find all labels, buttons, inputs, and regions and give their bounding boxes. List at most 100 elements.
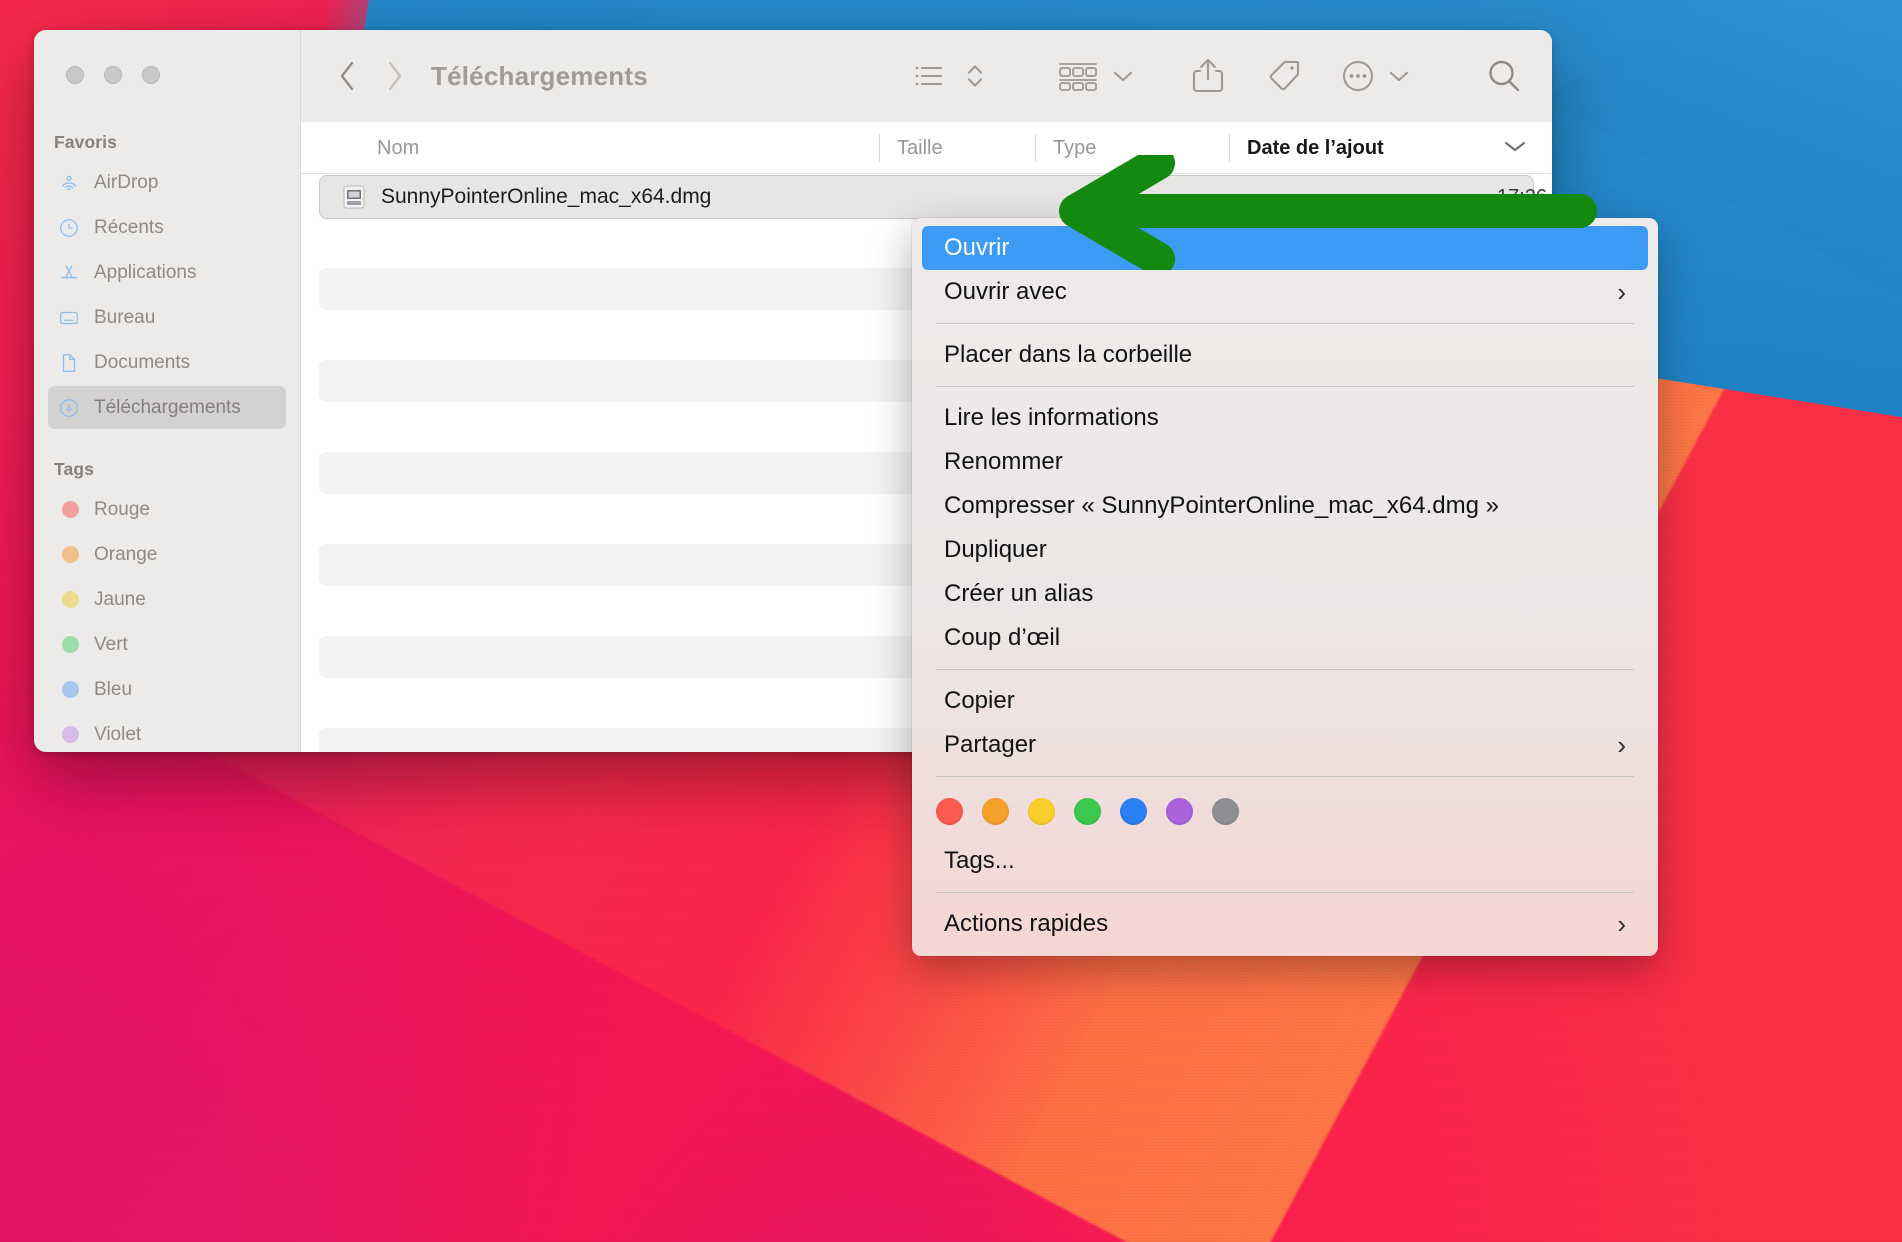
menu-item-copier[interactable]: Copier [922,679,1648,723]
sidebar-item-tag-violet[interactable]: Violet [48,713,286,752]
sidebar-item-label: Récents [94,216,164,238]
column-header-date[interactable]: Date de l’ajout [1229,133,1552,162]
sidebar-item-label: Jaune [94,588,146,610]
tag-swatch-gray-icon[interactable] [1212,798,1239,825]
sidebar-item-label: Orange [94,543,158,565]
forward-button[interactable] [371,53,417,99]
chevron-down-icon[interactable] [1106,53,1140,99]
menu-item-ouvrir-avec[interactable]: Ouvrir avec › [922,270,1648,314]
more-actions-icon[interactable] [1334,53,1382,99]
table-row[interactable]: SunnyPointerOnline_mac_x64.dmg 17:26 [301,174,1552,220]
tag-dot-icon [58,679,80,701]
tag-icon[interactable] [1258,53,1310,99]
column-header-nom[interactable]: Nom [301,134,879,162]
sidebar-item-label: Bureau [94,306,156,328]
menu-item-label: Actions rapides [944,910,1109,937]
tag-swatch-red-icon[interactable] [936,798,963,825]
menu-item-label: Compresser « SunnyPointerOnline_mac_x64.… [944,492,1499,519]
tag-swatch-yellow-icon[interactable] [1028,798,1055,825]
sidebar-item-documents[interactable]: Documents [48,341,286,384]
share-icon[interactable] [1182,53,1234,99]
menu-item-label: Partager [944,731,1037,758]
sidebar-item-label: AirDrop [94,171,159,193]
group-view-icon[interactable] [1050,53,1106,99]
back-button[interactable] [325,53,371,99]
menu-item-label: Ouvrir avec [944,278,1067,305]
menu-item-ouvrir[interactable]: Ouvrir [922,226,1648,270]
view-controls [906,53,998,99]
sidebar-item-label: Applications [94,261,197,283]
downloads-icon [58,397,80,419]
menu-item-tags[interactable]: Tags... [922,839,1648,883]
sidebar-item-recents[interactable]: Récents [48,206,286,249]
sidebar-item-tag-vert[interactable]: Vert [48,623,286,666]
file-date-cell: 17:26 [1497,185,1548,208]
tag-swatch-purple-icon[interactable] [1166,798,1193,825]
column-header-date-label: Date de l’ajout [1247,136,1384,159]
menu-item-lire-les-informations[interactable]: Lire les informations [922,396,1648,440]
sidebar-item-label: Documents [94,351,191,373]
menu-item-actions-rapides[interactable]: Actions rapides › [922,902,1648,946]
tag-dot-icon [58,634,80,656]
sidebar-item-telechargements[interactable]: Téléchargements [48,386,286,429]
sidebar-item-tag-rouge[interactable]: Rouge [48,488,286,531]
sidebar-item-applications[interactable]: Applications [48,251,286,294]
menu-item-label: Tags... [944,847,1015,874]
submenu-chevron-right-icon: › [1617,730,1626,760]
menu-item-label: Placer dans la corbeille [944,341,1193,368]
zoom-button[interactable] [142,66,160,84]
page-title: Téléchargements [431,60,648,91]
sidebar-item-label: Téléchargements [94,396,241,418]
tag-dot-icon [58,589,80,611]
tag-swatch-row[interactable] [912,786,1658,839]
search-icon[interactable] [1478,53,1530,99]
close-button[interactable] [66,66,84,84]
menu-item-label: Dupliquer [944,536,1047,563]
context-menu[interactable]: Ouvrir Ouvrir avec › Placer dans la corb… [912,218,1658,956]
menu-separator [936,892,1634,893]
chevron-down-icon[interactable] [1382,53,1416,99]
list-view-icon[interactable] [906,53,952,99]
sidebar-item-desktop[interactable]: Bureau [48,296,286,339]
sidebar-item-airdrop[interactable]: AirDrop [48,161,286,204]
menu-item-creer-un-alias[interactable]: Créer un alias [922,572,1648,616]
sidebar-scroll: Favoris AirDrop Récents Applications Bur… [34,44,300,752]
desktop-icon [58,307,80,329]
menu-separator [936,386,1634,387]
menu-item-dupliquer[interactable]: Dupliquer [922,528,1648,572]
menu-item-label: Copier [944,687,1015,714]
sidebar-item-label: Violet [94,723,142,745]
file-name-cell[interactable]: SunnyPointerOnline_mac_x64.dmg [341,174,711,220]
sidebar-item-label: Vert [94,633,128,655]
tag-dot-icon [58,544,80,566]
column-header-taille[interactable]: Taille [879,133,1035,162]
applications-icon [58,262,80,284]
tag-dot-icon [58,499,80,521]
tag-swatch-green-icon[interactable] [1074,798,1101,825]
tag-swatch-blue-icon[interactable] [1120,798,1147,825]
tag-swatch-orange-icon[interactable] [982,798,1009,825]
sidebar-item-tag-bleu[interactable]: Bleu [48,668,286,711]
sidebar-item-tag-orange[interactable]: Orange [48,533,286,576]
sidebar-section-tags-header: Tags [54,459,94,479]
menu-item-coup-doeil[interactable]: Coup d’œil [922,616,1648,660]
tag-dot-icon [58,724,80,746]
sort-icon[interactable] [952,53,998,99]
menu-item-placer-dans-la-corbeille[interactable]: Placer dans la corbeille [922,333,1648,377]
document-icon [58,352,80,374]
menu-item-partager[interactable]: Partager › [922,723,1648,767]
menu-separator [936,323,1634,324]
window-controls[interactable] [66,66,160,84]
sidebar-item-tag-jaune[interactable]: Jaune [48,578,286,621]
menu-separator [936,669,1634,670]
minimize-button[interactable] [104,66,122,84]
sort-chevron-down-icon [1502,134,1528,162]
column-header-type[interactable]: Type [1035,133,1229,162]
menu-item-renommer[interactable]: Renommer [922,440,1648,484]
menu-item-compresser[interactable]: Compresser « SunnyPointerOnline_mac_x64.… [922,484,1648,528]
sidebar-item-label: Rouge [94,498,150,520]
menu-item-label: Lire les informations [944,404,1159,431]
menu-separator [936,776,1634,777]
menu-item-label: Coup d’œil [944,624,1061,651]
file-name-label: SunnyPointerOnline_mac_x64.dmg [381,185,712,208]
